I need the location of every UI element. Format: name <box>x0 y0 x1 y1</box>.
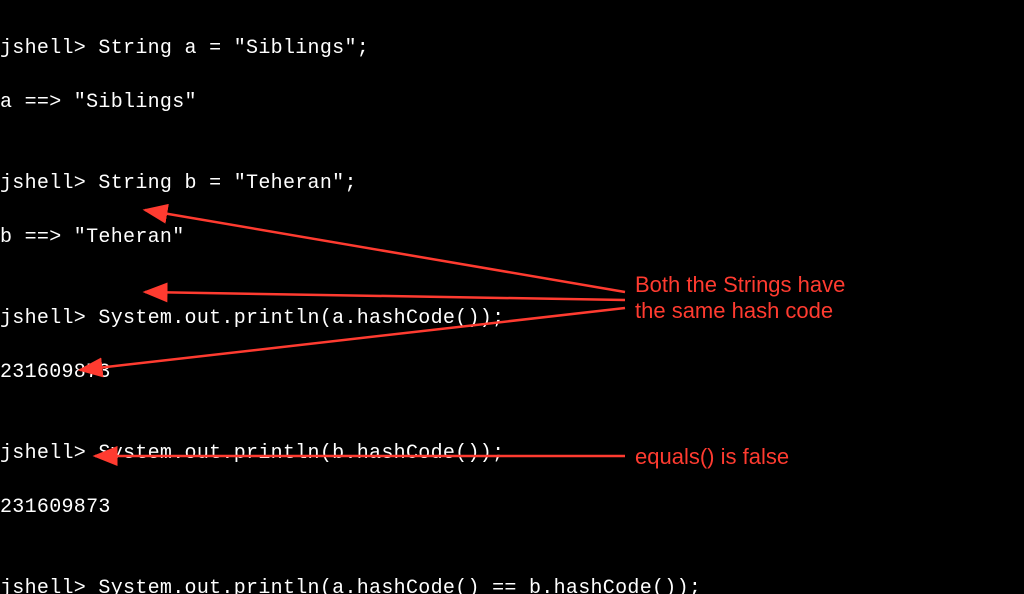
annotation-hashcode: Both the Strings have the same hash code <box>635 272 845 324</box>
terminal-line: 231609873 <box>0 494 701 521</box>
terminal-line: jshell> System.out.println(a.hashCode())… <box>0 305 701 332</box>
terminal-line: a ==> "Siblings" <box>0 89 701 116</box>
terminal-line: jshell> String b = "Teheran"; <box>0 170 701 197</box>
annotation-text: Both the Strings have <box>635 272 845 297</box>
terminal-output[interactable]: jshell> String a = "Siblings"; a ==> "Si… <box>0 8 701 594</box>
annotation-text: equals() is false <box>635 444 789 469</box>
terminal-line: jshell> String a = "Siblings"; <box>0 35 701 62</box>
terminal-line: jshell> System.out.println(b.hashCode())… <box>0 440 701 467</box>
annotation-text: the same hash code <box>635 298 833 323</box>
terminal-line: 231609873 <box>0 359 701 386</box>
annotation-equals: equals() is false <box>635 444 789 470</box>
terminal-line: jshell> System.out.println(a.hashCode() … <box>0 575 701 594</box>
terminal-line: b ==> "Teheran" <box>0 224 701 251</box>
